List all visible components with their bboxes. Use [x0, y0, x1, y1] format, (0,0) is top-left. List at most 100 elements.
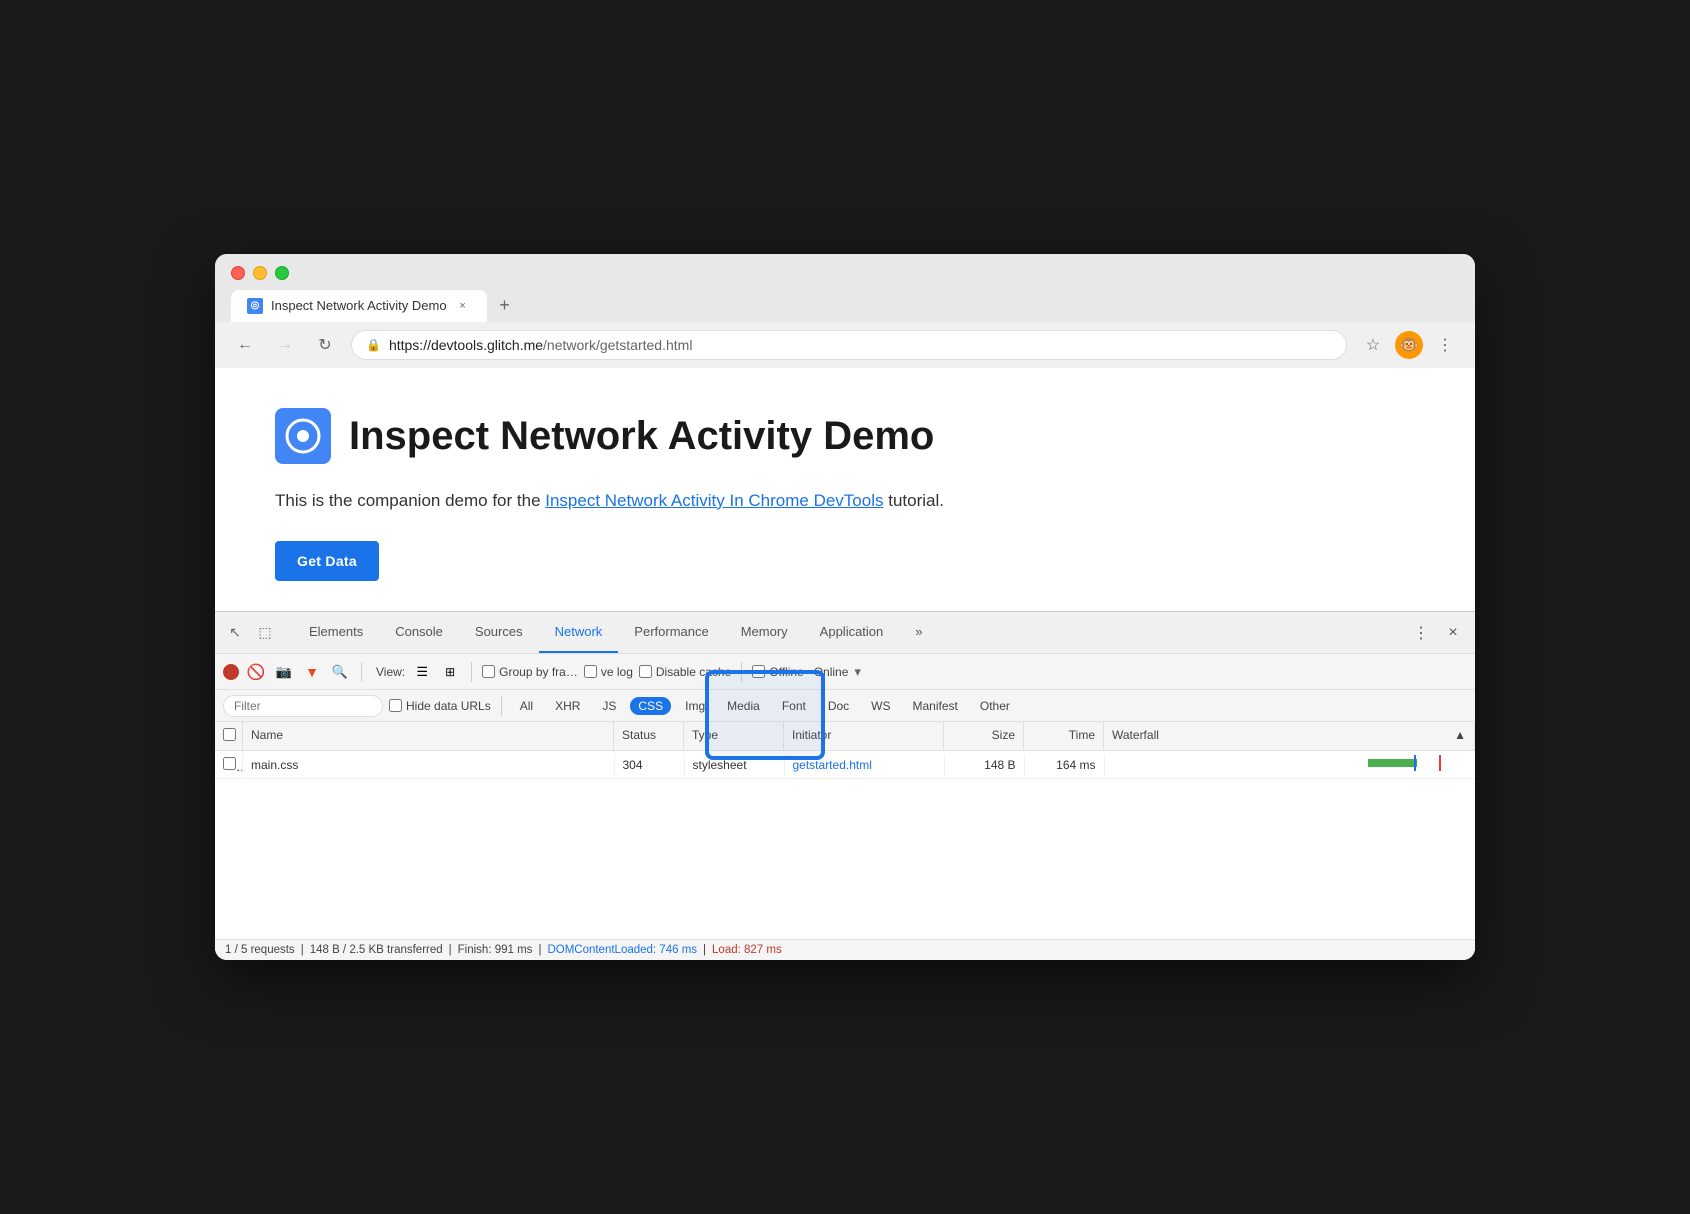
header-size[interactable]: Size: [944, 722, 1024, 750]
back-button[interactable]: ←: [231, 331, 259, 359]
stop-button[interactable]: 🚫: [245, 661, 267, 683]
status-bar: 1 / 5 requests | 148 B / 2.5 KB transfer…: [215, 939, 1475, 960]
hide-data-urls-input[interactable]: [389, 699, 402, 712]
menu-icon[interactable]: ⋮: [1431, 331, 1459, 359]
filter-all[interactable]: All: [512, 697, 541, 715]
filter-css[interactable]: CSS: [630, 697, 671, 715]
offline-input[interactable]: [752, 665, 765, 678]
minimize-traffic-light[interactable]: [253, 266, 267, 280]
requests-count: 1 / 5 requests: [225, 944, 295, 956]
list-view-icon[interactable]: ☰: [411, 661, 433, 683]
filter-doc[interactable]: Doc: [820, 697, 857, 715]
group-by-frame-checkbox[interactable]: Group by fra…: [482, 665, 578, 679]
filter-separator: [501, 696, 502, 716]
address-path: /network/getstarted.html: [543, 337, 692, 353]
offline-checkbox[interactable]: Offline: [752, 665, 803, 679]
hide-data-urls-checkbox[interactable]: Hide data URLs: [389, 699, 491, 713]
row-time: 164 ms: [1025, 754, 1105, 776]
reload-button[interactable]: ↻: [311, 331, 339, 359]
get-data-button[interactable]: Get Data: [275, 541, 379, 581]
header-time[interactable]: Time: [1024, 722, 1104, 750]
address-domain: https://devtools.glitch.me: [389, 337, 543, 353]
search-icon[interactable]: 🔍: [329, 661, 351, 683]
camera-button[interactable]: 📷: [273, 661, 295, 683]
separator-2: [471, 662, 472, 682]
header-checkbox: [215, 722, 243, 750]
tab-application[interactable]: Application: [804, 612, 900, 653]
filter-xhr[interactable]: XHR: [547, 697, 588, 715]
tab-more[interactable]: »: [899, 612, 938, 653]
address-bar[interactable]: 🔒 https://devtools.glitch.me/network/get…: [351, 330, 1347, 360]
mobile-icon[interactable]: ⬚: [253, 621, 277, 645]
title-bar: ◎ Inspect Network Activity Demo × +: [215, 254, 1475, 322]
group-by-frame-input[interactable]: [482, 665, 495, 678]
waterfall-bar: [1368, 759, 1418, 767]
tab-close-button[interactable]: ×: [455, 298, 471, 314]
close-traffic-light[interactable]: [231, 266, 245, 280]
bookmark-icon[interactable]: ☆: [1359, 331, 1387, 359]
tab-performance[interactable]: Performance: [618, 612, 724, 653]
network-toolbar: 🚫 📷 ▼ 🔍 View: ☰ ⊞ Group by fra… ve log D…: [215, 654, 1475, 690]
lock-icon: 🔒: [366, 338, 381, 352]
traffic-lights: [231, 266, 1459, 280]
devtools-more-icon[interactable]: ⋮: [1407, 619, 1435, 647]
filter-input[interactable]: [223, 695, 383, 717]
header-status[interactable]: Status: [614, 722, 684, 750]
filter-media[interactable]: Media: [719, 697, 768, 715]
devtools-tabs: Elements Console Sources Network Perform…: [293, 612, 1407, 653]
tutorial-link[interactable]: Inspect Network Activity In Chrome DevTo…: [545, 491, 883, 510]
disable-cache-checkbox[interactable]: Disable cache: [639, 665, 731, 679]
cursor-icon[interactable]: ↖: [223, 621, 247, 645]
preserve-log-input[interactable]: [584, 665, 597, 678]
tab-elements[interactable]: Elements: [293, 612, 379, 653]
maximize-traffic-light[interactable]: [275, 266, 289, 280]
tab-sources[interactable]: Sources: [459, 612, 539, 653]
page-title: Inspect Network Activity Demo: [349, 412, 934, 460]
header-type[interactable]: Type: [684, 722, 784, 750]
dropdown-arrow[interactable]: ▾: [854, 664, 861, 680]
new-tab-button[interactable]: +: [491, 292, 519, 320]
tab-memory[interactable]: Memory: [725, 612, 804, 653]
header-waterfall[interactable]: Waterfall ▲: [1104, 722, 1475, 750]
tab-favicon: ◎: [247, 298, 263, 314]
table-row[interactable]: main.css 304 stylesheet getstarted.html …: [215, 751, 1475, 779]
toolbar: ← → ↻ 🔒 https://devtools.glitch.me/netwo…: [215, 322, 1475, 368]
header-name[interactable]: Name: [243, 722, 614, 750]
waterfall-sort-arrow[interactable]: ▲: [1454, 728, 1466, 744]
page-logo: [275, 408, 331, 464]
filter-js[interactable]: JS: [594, 697, 624, 715]
row-waterfall: [1105, 751, 1476, 778]
table-header: Name Status Type Initiator Size Time Wat…: [215, 722, 1475, 751]
filter-ws[interactable]: WS: [863, 697, 898, 715]
preserve-log-checkbox[interactable]: ve log: [584, 665, 633, 679]
devtools-close-icon[interactable]: ×: [1439, 619, 1467, 647]
large-rows-icon[interactable]: ⊞: [439, 661, 461, 683]
separator-1: [361, 662, 362, 682]
filter-manifest[interactable]: Manifest: [905, 697, 966, 715]
disable-cache-input[interactable]: [639, 665, 652, 678]
tab-network[interactable]: Network: [539, 612, 619, 653]
filter-font[interactable]: Font: [774, 697, 814, 715]
address-text: https://devtools.glitch.me/network/getst…: [389, 337, 692, 353]
devtools-panel: ↖ ⬚ Elements Console Sources Network Per…: [215, 611, 1475, 960]
tab-console[interactable]: Console: [379, 612, 459, 653]
initiator-link[interactable]: getstarted.html: [793, 758, 872, 772]
load-time: Load: 827 ms: [712, 944, 782, 956]
browser-window: ◎ Inspect Network Activity Demo × + ← → …: [215, 254, 1475, 961]
network-table: Name Status Type Initiator Size Time Wat…: [215, 722, 1475, 939]
user-avatar[interactable]: 🐵: [1395, 331, 1423, 359]
browser-tab[interactable]: ◎ Inspect Network Activity Demo ×: [231, 290, 487, 322]
row-status: 304: [615, 754, 685, 776]
row-initiator[interactable]: getstarted.html: [785, 754, 945, 776]
filter-icon[interactable]: ▼: [301, 661, 323, 683]
empty-table-area: [215, 779, 1475, 939]
filter-other[interactable]: Other: [972, 697, 1018, 715]
row-checkbox[interactable]: [223, 757, 236, 770]
tabs-row: ◎ Inspect Network Activity Demo × +: [231, 290, 1459, 322]
header-initiator[interactable]: Initiator: [784, 722, 944, 750]
dom-content-loaded-link[interactable]: DOMContentLoaded: 746 ms: [547, 944, 697, 956]
filter-img[interactable]: Img: [677, 697, 713, 715]
forward-button[interactable]: →: [271, 331, 299, 359]
record-button[interactable]: [223, 664, 239, 680]
select-all-checkbox[interactable]: [223, 728, 236, 741]
